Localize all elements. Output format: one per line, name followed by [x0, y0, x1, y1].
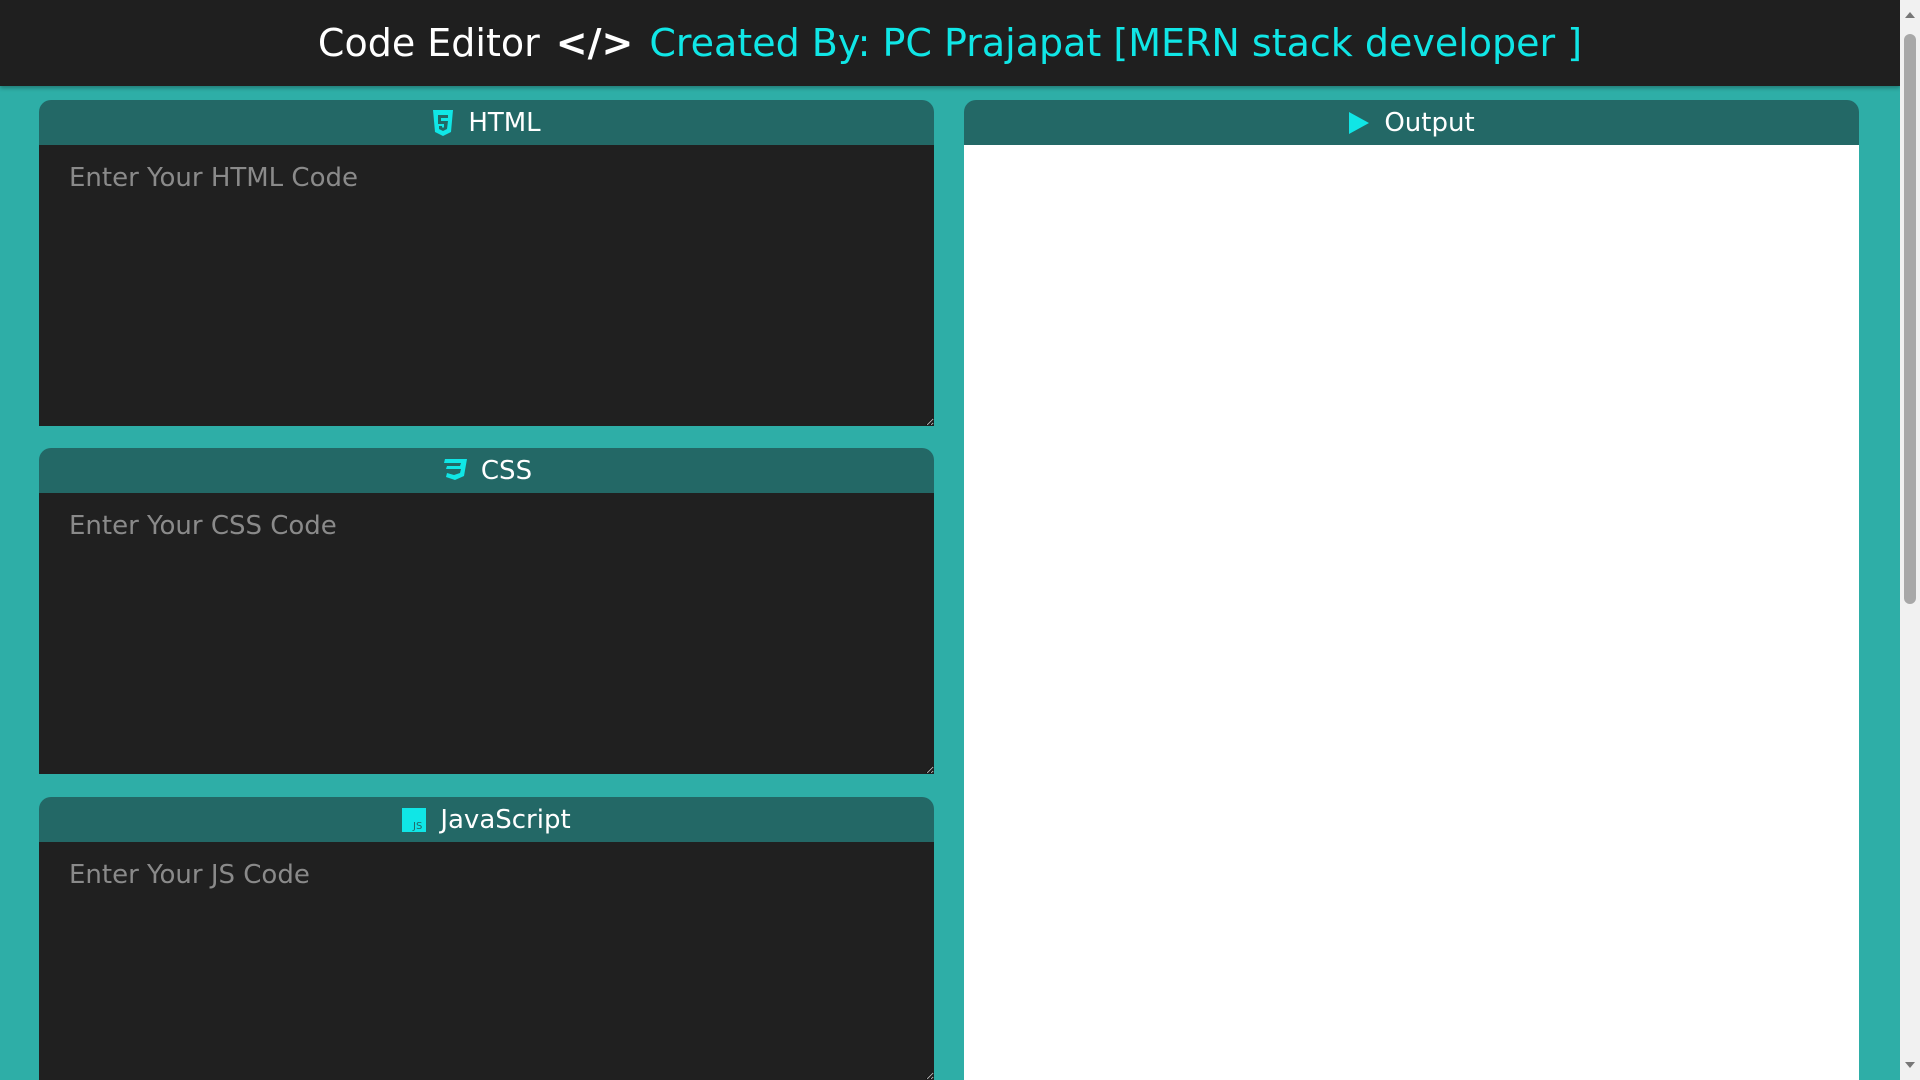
css-code-input[interactable] [39, 493, 934, 774]
output-panel: Output [964, 100, 1859, 1080]
css-panel: CSS [39, 448, 934, 774]
scrollbar-thumb[interactable] [1904, 34, 1916, 604]
css3-icon [441, 458, 467, 483]
app-title: Code Editor [317, 21, 540, 65]
output-panel-label: Output [1384, 107, 1475, 138]
scroll-down-arrow-icon[interactable] [1905, 1062, 1915, 1068]
code-icon: </> [555, 21, 634, 65]
output-frame[interactable] [964, 145, 1859, 1080]
output-panel-header: Output [964, 100, 1859, 145]
play-icon [1348, 111, 1370, 135]
scroll-up-arrow-icon[interactable] [1905, 12, 1915, 18]
scrollbar[interactable] [1900, 0, 1920, 1080]
js-panel: JS JavaScript [39, 797, 934, 1080]
html-panel-label: HTML [468, 107, 541, 138]
credit-text: Created By: PC Prajapat [MERN stack deve… [649, 21, 1583, 65]
css-panel-header: CSS [39, 448, 934, 493]
html-panel: HTML [39, 100, 934, 426]
js-panel-label: JavaScript [440, 804, 571, 835]
html5-icon [432, 109, 454, 136]
html-code-input[interactable] [39, 145, 934, 426]
svg-text:JS: JS [412, 821, 422, 832]
js-code-input[interactable] [39, 842, 934, 1080]
html-panel-header: HTML [39, 100, 934, 145]
js-panel-header: JS JavaScript [39, 797, 934, 842]
js-icon: JS [402, 807, 427, 832]
top-bar: Code Editor </> Created By: PC Prajapat … [0, 0, 1900, 86]
css-panel-label: CSS [480, 455, 533, 486]
